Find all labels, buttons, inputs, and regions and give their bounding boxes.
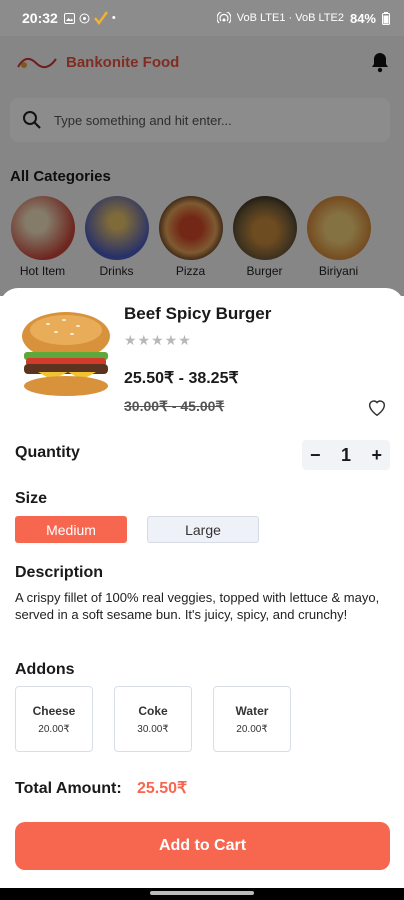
network-text: VoB LTE1 · VoB LTE2 [236,12,344,24]
quantity-label: Quantity [15,444,80,461]
whatsapp-icon [79,13,90,23]
notification-icons: • [63,11,116,25]
battery-text: 84% [349,10,376,26]
addon-price: 30.00₹ [137,723,169,735]
product-name: Beef Spicy Burger [124,304,272,323]
addon-water[interactable]: Water 20.00₹ [213,686,291,752]
status-right: VoB LTE1 · VoB LTE2 84% [216,10,390,26]
rating-stars: ★★★★★ [124,332,192,348]
quantity-value: 1 [340,444,351,465]
status-bar: 20:32 • VoB LTE1 · VoB LTE2 84% [0,0,404,36]
image-notification-icon [63,12,75,24]
description-label: Description [15,564,104,581]
addons-label: Addons [15,661,75,678]
add-to-cart-button[interactable]: Add to Cart [15,822,390,870]
dot-icon: • [111,12,116,24]
home-screen-background: Bankonite Food Type something and hit en… [0,36,404,296]
size-option-medium[interactable]: Medium [15,516,127,543]
quantity-minus-button[interactable]: − [310,445,321,466]
addon-name: Water [235,703,269,718]
modal-overlay[interactable] [0,36,404,296]
battery-icon [382,11,390,25]
addon-name: Cheese [32,703,76,718]
favorite-heart-icon[interactable] [366,396,388,418]
addon-coke[interactable]: Coke 30.00₹ [114,686,192,752]
product-price-range: 25.50₹ - 38.25₹ [124,370,239,387]
product-bottom-sheet: Beef Spicy Burger ★★★★★ 25.50₹ - 38.25₹ … [0,288,404,888]
addon-price: 20.00₹ [38,723,70,735]
quantity-plus-button[interactable]: + [371,445,382,466]
product-image [22,312,110,396]
total-amount-label: Total Amount: [15,780,122,797]
size-label: Size [15,490,48,507]
description-text: A crispy fillet of 100% real veggies, to… [15,590,380,622]
status-time: 20:32 [22,10,58,26]
system-nav-bar [0,888,404,900]
quantity-stepper: − 1 + [302,440,390,470]
checkmark-icon [93,11,108,25]
size-option-large[interactable]: Large [147,516,259,543]
home-gesture-handle[interactable] [150,891,254,895]
addon-price: 20.00₹ [236,723,268,735]
product-old-price-range: 30.00₹ - 45.00₹ [124,398,225,414]
addon-cheese[interactable]: Cheese 20.00₹ [15,686,93,752]
addon-name: Coke [138,703,168,718]
hotspot-icon [216,12,231,24]
total-amount-value: 25.50₹ [137,780,188,797]
